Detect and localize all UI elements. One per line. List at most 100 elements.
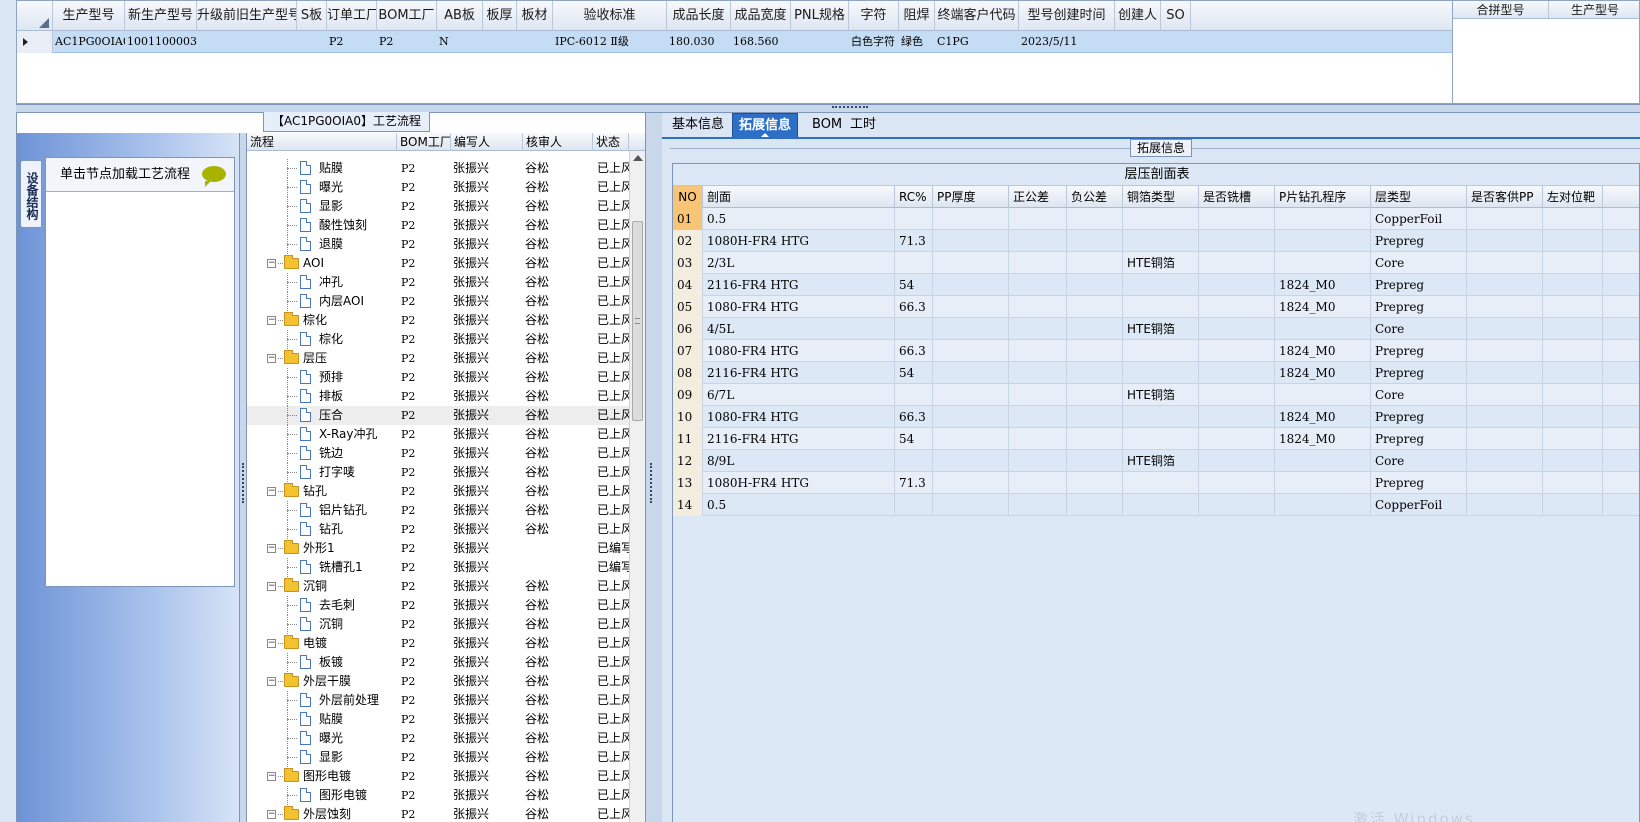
- scroll-thumb[interactable]: [632, 221, 643, 421]
- column-header[interactable]: 负公差: [1067, 186, 1123, 208]
- column-header[interactable]: 是否客供PP: [1467, 186, 1543, 208]
- column-header[interactable]: 字符: [849, 1, 899, 31]
- stackup-row[interactable]: 08 2116-FR4 HTG 54 1824_M0 Prepreg: [673, 362, 1639, 384]
- splitter-grip[interactable]: [650, 463, 652, 503]
- tree-row[interactable]: 钻孔 P2 张振兴 谷松 已上风: [247, 520, 629, 539]
- tree-row[interactable]: 退膜 P2 张振兴 谷松 已上风: [247, 235, 629, 254]
- collapse-icon[interactable]: −: [267, 639, 276, 648]
- collapse-icon[interactable]: −: [267, 544, 276, 553]
- tree-row[interactable]: − AOI P2 张振兴 谷松 已上风: [247, 254, 629, 273]
- grid-select-all-corner[interactable]: [17, 1, 53, 31]
- collapse-icon[interactable]: −: [267, 259, 276, 268]
- tree-row[interactable]: − 图形电镀 P2 张振兴 谷松 已上风: [247, 767, 629, 786]
- collapse-icon[interactable]: −: [267, 354, 276, 363]
- tab-extended-info[interactable]: 拓展信息: [732, 113, 799, 138]
- column-header[interactable]: 订单工厂: [327, 1, 377, 31]
- tree-row[interactable]: 去毛刺 P2 张振兴 谷松 已上风: [247, 596, 629, 615]
- column-header[interactable]: 剖面: [703, 186, 895, 208]
- column-header[interactable]: 正公差: [1009, 186, 1067, 208]
- column-header[interactable]: 新生产型号: [125, 1, 197, 31]
- column-header[interactable]: 成品长度: [667, 1, 731, 31]
- column-header[interactable]: RC%: [895, 186, 933, 208]
- tab-equipment-structure[interactable]: 设备结构: [20, 160, 42, 228]
- tree-row[interactable]: − 钻孔 P2 张振兴 谷松 已上风: [247, 482, 629, 501]
- column-header[interactable]: 是否铣槽: [1199, 186, 1275, 208]
- tree-row[interactable]: − 外形1 P2 张振兴 已编写: [247, 539, 629, 558]
- tree-row[interactable]: 打字唛 P2 张振兴 谷松 已上风: [247, 463, 629, 482]
- column-header[interactable]: 终端客户代码: [935, 1, 1019, 31]
- scroll-up-arrow-icon[interactable]: [633, 155, 643, 161]
- tree-row[interactable]: 铣槽孔1 P2 张振兴 已编写: [247, 558, 629, 577]
- column-header[interactable]: 验收标准: [553, 1, 667, 31]
- tree-row[interactable]: 贴膜 P2 张振兴 谷松 已上风: [247, 710, 629, 729]
- column-header[interactable]: SO: [1161, 1, 1191, 31]
- column-header[interactable]: AB板: [437, 1, 483, 31]
- tree-row[interactable]: 排板 P2 张振兴 谷松 已上风: [247, 387, 629, 406]
- stackup-row[interactable]: 01 0.5 CopperFoil: [673, 208, 1639, 230]
- tab-basic-info[interactable]: 基本信息: [666, 113, 730, 137]
- column-header[interactable]: NO: [673, 186, 703, 208]
- panel-splitter[interactable]: [645, 113, 663, 822]
- tree-row[interactable]: 图形电镀 P2 张振兴 谷松 已上风: [247, 786, 629, 805]
- tree-row[interactable]: 棕化 P2 张振兴 谷松 已上风: [247, 330, 629, 349]
- horizontal-splitter[interactable]: [16, 104, 1640, 112]
- column-header[interactable]: 成品宽度: [731, 1, 791, 31]
- column-header[interactable]: BOM工厂: [397, 133, 451, 151]
- stackup-row[interactable]: 11 2116-FR4 HTG 54 1824_M0 Prepreg: [673, 428, 1639, 450]
- tree-scrollbar[interactable]: [629, 151, 645, 822]
- tree-row[interactable]: 酸性蚀刻 P2 张振兴 谷松 已上风: [247, 216, 629, 235]
- tree-row[interactable]: 预排 P2 张振兴 谷松 已上风: [247, 368, 629, 387]
- product-grid-row-selected[interactable]: AC1PG0OIA010011000038942 P2 P2 N IPC-6012 Ⅱ级…: [17, 31, 1452, 53]
- column-header[interactable]: 铜箔类型: [1123, 186, 1199, 208]
- collapse-icon[interactable]: −: [267, 810, 276, 819]
- tree-row[interactable]: 冲孔 P2 张振兴 谷松 已上风: [247, 273, 629, 292]
- tree-row[interactable]: 曝光 P2 张振兴 谷松 已上风: [247, 178, 629, 197]
- tree-row[interactable]: 显影 P2 张振兴 谷松 已上风: [247, 748, 629, 767]
- tree-row[interactable]: 显影 P2 张振兴 谷松 已上风: [247, 197, 629, 216]
- column-header[interactable]: 合拼型号: [1453, 1, 1549, 19]
- column-header[interactable]: 创建人: [1115, 1, 1161, 31]
- tree-row[interactable]: 铣边 P2 张振兴 谷松 已上风: [247, 444, 629, 463]
- nav-header[interactable]: 单击节点加载工艺流程: [46, 158, 234, 192]
- tree-row[interactable]: 外层前处理 P2 张振兴 谷松 已上风: [247, 691, 629, 710]
- stackup-row[interactable]: 03 2/3L HTE铜箔 Core: [673, 252, 1639, 274]
- column-header[interactable]: P片钻孔程序: [1275, 186, 1371, 208]
- collapse-icon[interactable]: −: [267, 487, 276, 496]
- stackup-row[interactable]: 02 1080H-FR4 HTG 71.3 Prepreg: [673, 230, 1639, 252]
- column-header[interactable]: 板材: [517, 1, 553, 31]
- column-header[interactable]: BOM工厂: [377, 1, 437, 31]
- stackup-row[interactable]: 09 6/7L HTE铜箔 Core: [673, 384, 1639, 406]
- tree-row[interactable]: 内层AOI P2 张振兴 谷松 已上风: [247, 292, 629, 311]
- column-header[interactable]: 流程: [247, 133, 397, 151]
- stackup-row[interactable]: 04 2116-FR4 HTG 54 1824_M0 Prepreg: [673, 274, 1639, 296]
- tree-row[interactable]: − 沉铜 P2 张振兴 谷松 已上风: [247, 577, 629, 596]
- column-header[interactable]: 生产型号: [1549, 1, 1639, 19]
- stackup-row[interactable]: 05 1080-FR4 HTG 66.3 1824_M0 Prepreg: [673, 296, 1639, 318]
- tree-row[interactable]: 铝片钻孔 P2 张振兴 谷松 已上风: [247, 501, 629, 520]
- tree-row[interactable]: − 电镀 P2 张振兴 谷松 已上风: [247, 634, 629, 653]
- stackup-row[interactable]: 07 1080-FR4 HTG 66.3 1824_M0 Prepreg: [673, 340, 1639, 362]
- tree-row[interactable]: − 棕化 P2 张振兴 谷松 已上风: [247, 311, 629, 330]
- column-header[interactable]: 板厚: [483, 1, 517, 31]
- column-header[interactable]: S板: [297, 1, 327, 31]
- tree-row[interactable]: 压合 P2 张振兴 谷松 已上风: [247, 406, 629, 425]
- column-header[interactable]: 核审人: [523, 133, 593, 151]
- tab-bom[interactable]: BOM: [806, 113, 848, 137]
- collapse-icon[interactable]: −: [267, 677, 276, 686]
- tree-row[interactable]: − 外层蚀刻 P2 张振兴 谷松 已上风: [247, 805, 629, 822]
- column-header[interactable]: PNL规格: [791, 1, 849, 31]
- collapse-icon[interactable]: −: [267, 582, 276, 591]
- column-header[interactable]: PP厚度: [933, 186, 1009, 208]
- column-header[interactable]: 阻焊: [899, 1, 935, 31]
- column-header[interactable]: 状态: [593, 133, 629, 151]
- column-header[interactable]: 型号创建时间: [1019, 1, 1115, 31]
- splitter-grip[interactable]: [832, 106, 868, 109]
- tree-row[interactable]: 贴膜 P2 张振兴 谷松 已上风: [247, 159, 629, 178]
- column-header[interactable]: 升级前旧生产型号: [197, 1, 297, 31]
- splitter-grip[interactable]: [242, 463, 244, 503]
- tab-work-hours[interactable]: 工时: [844, 113, 882, 137]
- tree-row[interactable]: − 层压 P2 张振兴 谷松 已上风: [247, 349, 629, 368]
- stackup-row[interactable]: 06 4/5L HTE铜箔 Core: [673, 318, 1639, 340]
- column-header[interactable]: 左对位靶: [1543, 186, 1603, 208]
- tree-row[interactable]: 板镀 P2 张振兴 谷松 已上风: [247, 653, 629, 672]
